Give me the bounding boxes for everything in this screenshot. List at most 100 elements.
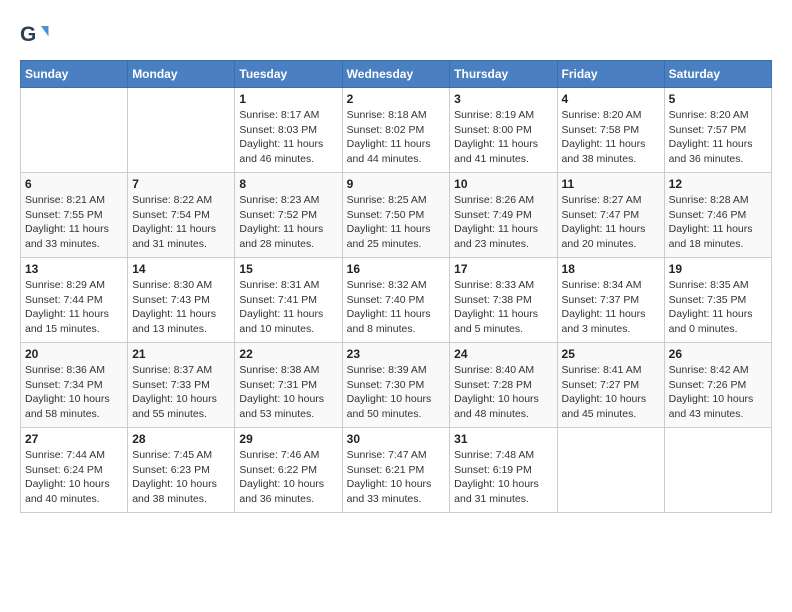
- weekday-header-thursday: Thursday: [450, 61, 557, 88]
- day-info: Sunrise: 8:40 AM Sunset: 7:28 PM Dayligh…: [454, 363, 552, 422]
- day-info: Sunrise: 8:33 AM Sunset: 7:38 PM Dayligh…: [454, 278, 552, 337]
- calendar-day: 16 Sunrise: 8:32 AM Sunset: 7:40 PM Dayli…: [342, 258, 450, 343]
- day-number: 24: [454, 347, 552, 361]
- day-info: Sunrise: 8:27 AM Sunset: 7:47 PM Dayligh…: [562, 193, 660, 252]
- day-number: 17: [454, 262, 552, 276]
- weekday-header-wednesday: Wednesday: [342, 61, 450, 88]
- day-info: Sunrise: 8:31 AM Sunset: 7:41 PM Dayligh…: [239, 278, 337, 337]
- page-header: G: [20, 20, 772, 50]
- day-info: Sunrise: 8:39 AM Sunset: 7:30 PM Dayligh…: [347, 363, 446, 422]
- day-info: Sunrise: 8:29 AM Sunset: 7:44 PM Dayligh…: [25, 278, 123, 337]
- calendar-day: 6 Sunrise: 8:21 AM Sunset: 7:55 PM Daylig…: [21, 173, 128, 258]
- weekday-header-monday: Monday: [128, 61, 235, 88]
- calendar-day: [128, 88, 235, 173]
- day-number: 6: [25, 177, 123, 191]
- day-number: 29: [239, 432, 337, 446]
- svg-text:G: G: [20, 23, 36, 46]
- day-number: 19: [669, 262, 767, 276]
- day-number: 15: [239, 262, 337, 276]
- calendar-table: SundayMondayTuesdayWednesdayThursdayFrid…: [20, 60, 772, 513]
- calendar-week-2: 13 Sunrise: 8:29 AM Sunset: 7:44 PM Dayli…: [21, 258, 772, 343]
- calendar-header: SundayMondayTuesdayWednesdayThursdayFrid…: [21, 61, 772, 88]
- day-info: Sunrise: 8:41 AM Sunset: 7:27 PM Dayligh…: [562, 363, 660, 422]
- day-number: 22: [239, 347, 337, 361]
- day-info: Sunrise: 8:26 AM Sunset: 7:49 PM Dayligh…: [454, 193, 552, 252]
- day-number: 30: [347, 432, 446, 446]
- day-info: Sunrise: 8:19 AM Sunset: 8:00 PM Dayligh…: [454, 108, 552, 167]
- calendar-body: 1 Sunrise: 8:17 AM Sunset: 8:03 PM Daylig…: [21, 88, 772, 513]
- day-number: 13: [25, 262, 123, 276]
- calendar-day: 15 Sunrise: 8:31 AM Sunset: 7:41 PM Dayli…: [235, 258, 342, 343]
- calendar-day: 10 Sunrise: 8:26 AM Sunset: 7:49 PM Dayli…: [450, 173, 557, 258]
- calendar-day: 14 Sunrise: 8:30 AM Sunset: 7:43 PM Dayli…: [128, 258, 235, 343]
- weekday-row: SundayMondayTuesdayWednesdayThursdayFrid…: [21, 61, 772, 88]
- calendar-day: 7Sunrise: 8:22 AM Sunset: 7:54 PM Daylig…: [128, 173, 235, 258]
- day-info: Sunrise: 8:37 AM Sunset: 7:33 PM Dayligh…: [132, 363, 230, 422]
- weekday-header-tuesday: Tuesday: [235, 61, 342, 88]
- day-info: Sunrise: 8:30 AM Sunset: 7:43 PM Dayligh…: [132, 278, 230, 337]
- calendar-day: 13 Sunrise: 8:29 AM Sunset: 7:44 PM Dayli…: [21, 258, 128, 343]
- day-number: 31: [454, 432, 552, 446]
- day-info: Sunrise: 8:38 AM Sunset: 7:31 PM Dayligh…: [239, 363, 337, 422]
- day-number: 1: [239, 92, 337, 106]
- day-info: Sunrise: 7:44 AM Sunset: 6:24 PM Dayligh…: [25, 448, 123, 507]
- logo: G: [20, 20, 54, 50]
- day-number: 5: [669, 92, 767, 106]
- day-number: 12: [669, 177, 767, 191]
- day-info: Sunrise: 8:35 AM Sunset: 7:35 PM Dayligh…: [669, 278, 767, 337]
- calendar-day: 29 Sunrise: 7:46 AM Sunset: 6:22 PM Dayli…: [235, 428, 342, 513]
- calendar-day: 31 Sunrise: 7:48 AM Sunset: 6:19 PM Dayli…: [450, 428, 557, 513]
- calendar-day: 25 Sunrise: 8:41 AM Sunset: 7:27 PM Dayli…: [557, 343, 664, 428]
- calendar-day: 24 Sunrise: 8:40 AM Sunset: 7:28 PM Dayli…: [450, 343, 557, 428]
- logo-icon: G: [20, 20, 50, 50]
- day-number: 2: [347, 92, 446, 106]
- day-info: Sunrise: 8:22 AM Sunset: 7:54 PM Dayligh…: [132, 193, 230, 252]
- calendar-day: [557, 428, 664, 513]
- day-number: 28: [132, 432, 230, 446]
- calendar-day: 4 Sunrise: 8:20 AM Sunset: 7:58 PM Daylig…: [557, 88, 664, 173]
- calendar-day: 27 Sunrise: 7:44 AM Sunset: 6:24 PM Dayli…: [21, 428, 128, 513]
- day-info: Sunrise: 8:17 AM Sunset: 8:03 PM Dayligh…: [239, 108, 337, 167]
- day-info: Sunrise: 8:32 AM Sunset: 7:40 PM Dayligh…: [347, 278, 446, 337]
- day-number: 20: [25, 347, 123, 361]
- calendar-week-1: 6 Sunrise: 8:21 AM Sunset: 7:55 PM Daylig…: [21, 173, 772, 258]
- day-info: Sunrise: 8:18 AM Sunset: 8:02 PM Dayligh…: [347, 108, 446, 167]
- day-info: Sunrise: 8:21 AM Sunset: 7:55 PM Dayligh…: [25, 193, 123, 252]
- day-info: Sunrise: 8:20 AM Sunset: 7:58 PM Dayligh…: [562, 108, 660, 167]
- day-info: Sunrise: 8:20 AM Sunset: 7:57 PM Dayligh…: [669, 108, 767, 167]
- calendar-day: 20 Sunrise: 8:36 AM Sunset: 7:34 PM Dayli…: [21, 343, 128, 428]
- calendar-day: 12 Sunrise: 8:28 AM Sunset: 7:46 PM Dayli…: [664, 173, 771, 258]
- day-number: 16: [347, 262, 446, 276]
- calendar-day: 11 Sunrise: 8:27 AM Sunset: 7:47 PM Dayli…: [557, 173, 664, 258]
- day-number: 25: [562, 347, 660, 361]
- day-number: 9: [347, 177, 446, 191]
- day-number: 8: [239, 177, 337, 191]
- day-number: 23: [347, 347, 446, 361]
- weekday-header-saturday: Saturday: [664, 61, 771, 88]
- calendar-day: 17 Sunrise: 8:33 AM Sunset: 7:38 PM Dayli…: [450, 258, 557, 343]
- day-info: Sunrise: 8:42 AM Sunset: 7:26 PM Dayligh…: [669, 363, 767, 422]
- day-info: Sunrise: 8:36 AM Sunset: 7:34 PM Dayligh…: [25, 363, 123, 422]
- day-info: Sunrise: 8:23 AM Sunset: 7:52 PM Dayligh…: [239, 193, 337, 252]
- calendar-day: 3 Sunrise: 8:19 AM Sunset: 8:00 PM Daylig…: [450, 88, 557, 173]
- day-number: 18: [562, 262, 660, 276]
- day-info: Sunrise: 8:25 AM Sunset: 7:50 PM Dayligh…: [347, 193, 446, 252]
- calendar-day: 23 Sunrise: 8:39 AM Sunset: 7:30 PM Dayli…: [342, 343, 450, 428]
- calendar-day: 9 Sunrise: 8:25 AM Sunset: 7:50 PM Daylig…: [342, 173, 450, 258]
- calendar-day: 19 Sunrise: 8:35 AM Sunset: 7:35 PM Dayli…: [664, 258, 771, 343]
- day-number: 14: [132, 262, 230, 276]
- weekday-header-friday: Friday: [557, 61, 664, 88]
- day-info: Sunrise: 7:46 AM Sunset: 6:22 PM Dayligh…: [239, 448, 337, 507]
- calendar-day: 26Sunrise: 8:42 AM Sunset: 7:26 PM Dayli…: [664, 343, 771, 428]
- day-number: 3: [454, 92, 552, 106]
- day-info: Sunrise: 8:28 AM Sunset: 7:46 PM Dayligh…: [669, 193, 767, 252]
- day-number: 4: [562, 92, 660, 106]
- calendar-day: 28 Sunrise: 7:45 AM Sunset: 6:23 PM Dayli…: [128, 428, 235, 513]
- day-info: Sunrise: 7:45 AM Sunset: 6:23 PM Dayligh…: [132, 448, 230, 507]
- day-number: 27: [25, 432, 123, 446]
- weekday-header-sunday: Sunday: [21, 61, 128, 88]
- day-number: 11: [562, 177, 660, 191]
- day-info: Sunrise: 7:48 AM Sunset: 6:19 PM Dayligh…: [454, 448, 552, 507]
- calendar-day: 21Sunrise: 8:37 AM Sunset: 7:33 PM Dayli…: [128, 343, 235, 428]
- day-number: 10: [454, 177, 552, 191]
